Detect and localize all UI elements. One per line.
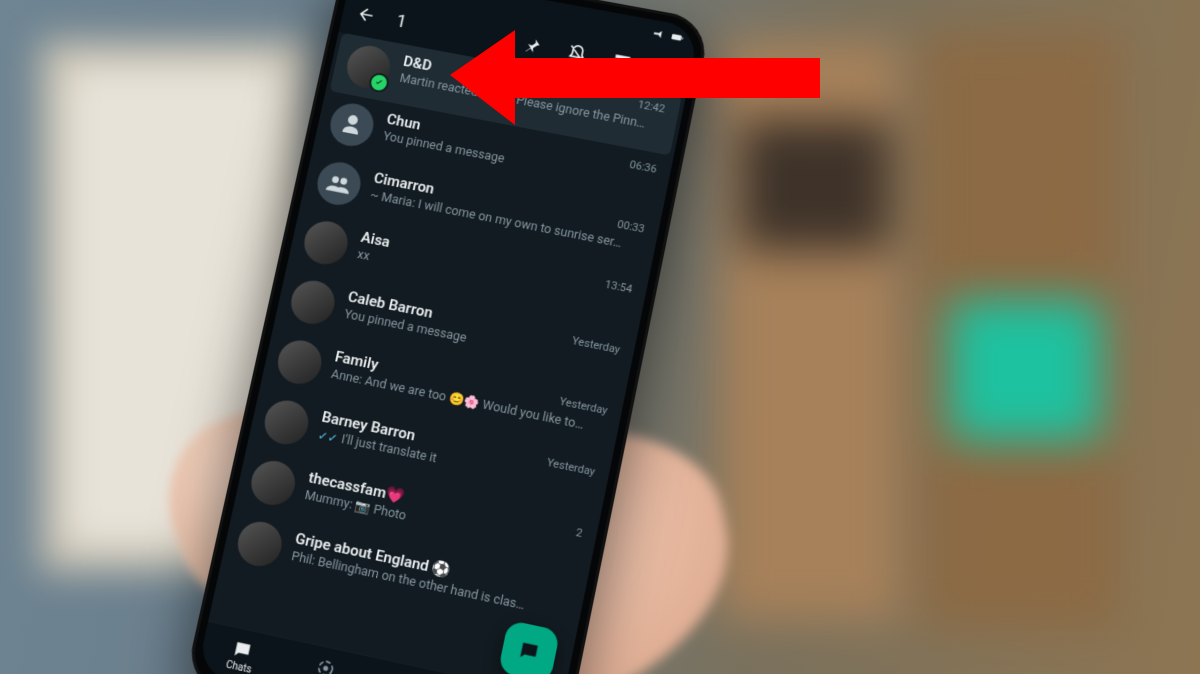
- updates-icon: [314, 656, 338, 674]
- avatar: [234, 518, 286, 570]
- back-button[interactable]: [350, 0, 382, 30]
- selection-count: 1: [394, 11, 408, 32]
- selected-check-icon: [367, 71, 390, 93]
- nav-updates[interactable]: Updates: [303, 654, 346, 674]
- avatar: [300, 218, 351, 268]
- chat-preview-text: xx: [356, 247, 371, 264]
- nav-chats[interactable]: Chats: [225, 637, 257, 674]
- avatar: [261, 397, 313, 449]
- pin-button[interactable]: [516, 30, 549, 61]
- avatar: [343, 42, 394, 91]
- avatar: [326, 100, 377, 150]
- back-arrow-icon: [355, 4, 378, 26]
- avatar: [287, 277, 339, 328]
- archive-icon: [610, 51, 633, 74]
- mute-button[interactable]: [561, 38, 594, 70]
- mute-icon: [566, 43, 589, 66]
- avatar: [274, 337, 326, 388]
- archive-button[interactable]: [606, 46, 639, 78]
- more-button[interactable]: [650, 55, 683, 87]
- battery-icon: [670, 30, 685, 45]
- more-vert-icon: [655, 59, 678, 82]
- avatar: [247, 457, 299, 509]
- pin-icon: [521, 34, 544, 56]
- chats-icon: [231, 638, 255, 662]
- new-chat-icon: [516, 638, 543, 665]
- mute-status-icon: [649, 26, 664, 41]
- read-ticks-icon: ✓✓: [317, 428, 339, 446]
- avatar: [313, 159, 364, 209]
- scene: 14:03 • 1: [0, 0, 1200, 674]
